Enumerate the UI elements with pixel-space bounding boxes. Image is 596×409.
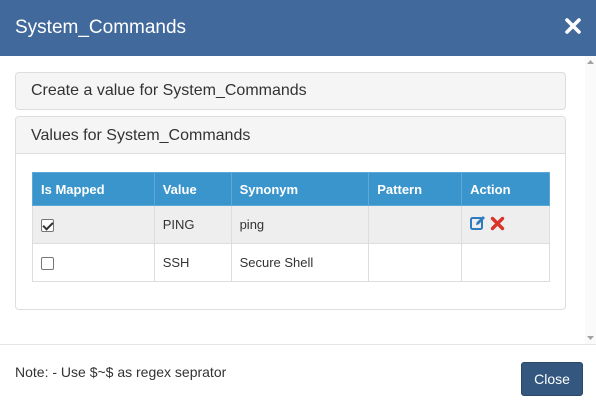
vertical-scrollbar[interactable] — [585, 56, 596, 344]
delete-icon[interactable] — [490, 216, 505, 234]
column-header-synonym: Synonym — [230, 172, 370, 206]
close-button[interactable]: Close — [521, 362, 583, 396]
is-mapped-cell — [32, 243, 155, 282]
column-header-pattern: Pattern — [368, 172, 463, 206]
is-mapped-checkbox[interactable] — [41, 257, 54, 271]
column-header-action: Action — [461, 172, 550, 206]
values-panel: Values for System_Commands Is Mapped Val… — [15, 116, 566, 310]
table-row: SSH Secure Shell — [32, 243, 550, 282]
table-header-row: Is Mapped Value Synonym Pattern Action — [32, 172, 550, 206]
table-row: PING ping — [32, 205, 550, 244]
create-value-heading[interactable]: Create a value for System_Commands — [16, 73, 565, 109]
values-table: Is Mapped Value Synonym Pattern Action P… — [32, 172, 550, 282]
modal-header: System_Commands — [0, 0, 596, 56]
value-cell: PING — [153, 205, 232, 244]
create-value-panel[interactable]: Create a value for System_Commands — [15, 72, 566, 110]
modal-title: System_Commands — [15, 17, 187, 38]
column-header-is-mapped: Is Mapped — [32, 172, 155, 206]
is-mapped-checkbox[interactable] — [41, 219, 54, 233]
edit-icon[interactable] — [470, 215, 486, 234]
scroll-up-arrow-icon[interactable] — [587, 59, 594, 65]
synonym-cell: Secure Shell — [230, 243, 370, 282]
action-cell — [461, 205, 550, 244]
action-cell — [461, 243, 550, 282]
pattern-cell — [368, 243, 463, 282]
close-x-icon[interactable] — [563, 12, 583, 40]
column-header-value: Value — [153, 172, 232, 206]
synonym-cell: ping — [230, 205, 370, 244]
is-mapped-cell — [32, 205, 155, 244]
pattern-cell — [368, 205, 463, 244]
modal-dialog: System_Commands Create a value for Syste… — [0, 0, 596, 409]
modal-body: Create a value for System_Commands Value… — [0, 56, 596, 344]
value-cell: SSH — [153, 243, 232, 282]
modal-footer: Note: - Use $~$ as regex seprator Close — [0, 344, 596, 409]
values-heading: Values for System_Commands — [16, 117, 565, 154]
scroll-down-arrow-icon[interactable] — [587, 335, 594, 341]
regex-separator-note: Note: - Use $~$ as regex seprator — [15, 364, 227, 380]
